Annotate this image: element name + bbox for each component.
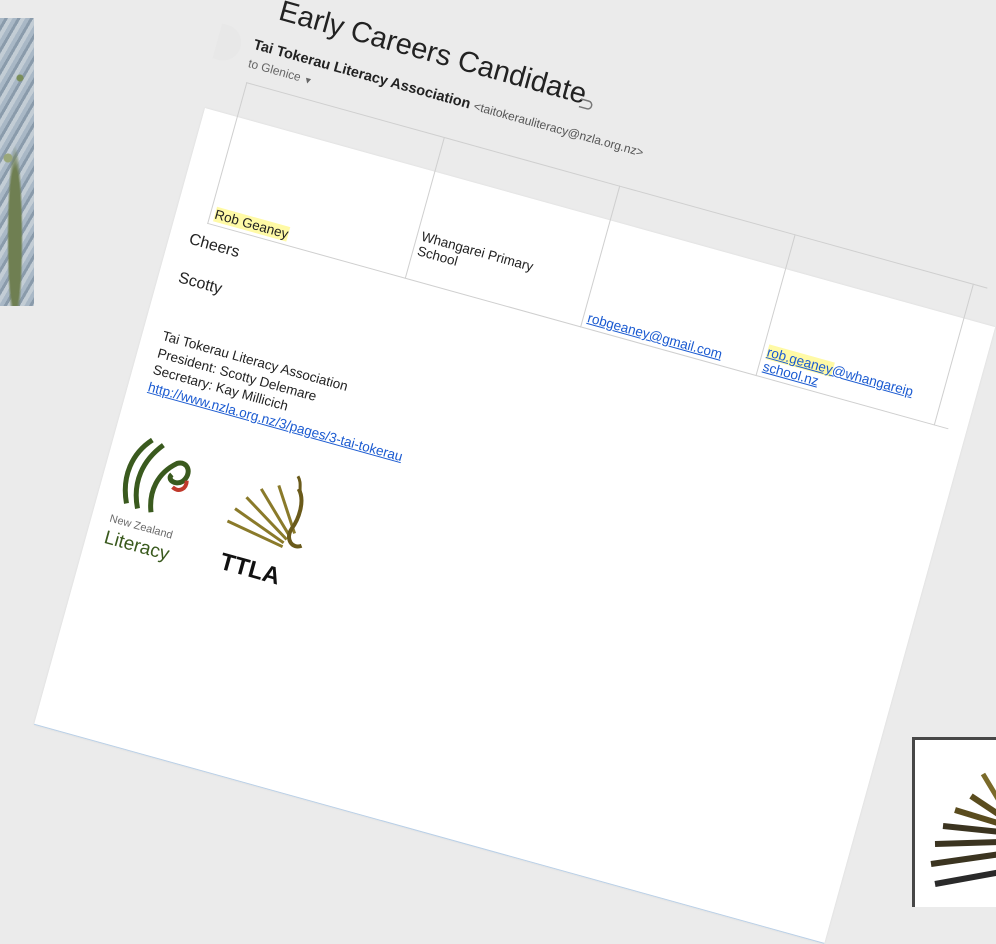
ttla-logo: TTLA <box>217 475 304 591</box>
sender-email: <taitokerauliteracy@nzla.org.nz> <box>472 99 646 160</box>
personal-email-link[interactable]: robgeaney@gmail.com <box>586 310 724 362</box>
thumbnail-logo <box>930 772 996 887</box>
avatar <box>212 23 246 65</box>
sheet-edge <box>33 723 825 944</box>
school-email-domain: @whangareip <box>830 362 915 400</box>
school-email-link[interactable]: rob.geaney@whangareip school.nz <box>761 344 915 399</box>
chevron-down-icon[interactable]: ▼ <box>302 74 313 86</box>
nzla-logo: New Zealand Literacy <box>102 437 191 565</box>
email-screenshot: Early Careers Candidate ⊃ Tai Tokerau Li… <box>33 0 996 944</box>
signoff-text: Scotty <box>176 269 224 298</box>
ttla-logo-thumbnail <box>912 737 996 907</box>
table-cell-school-email: rob.geaney@whangareip school.nz <box>756 234 974 425</box>
ttla-logo-text: TTLA <box>217 548 283 590</box>
table-cell-name: Rob Geaney <box>207 82 445 279</box>
background-artwork <box>0 18 34 306</box>
candidate-name: Rob Geaney <box>213 206 291 242</box>
closing-text: Cheers <box>187 230 242 262</box>
